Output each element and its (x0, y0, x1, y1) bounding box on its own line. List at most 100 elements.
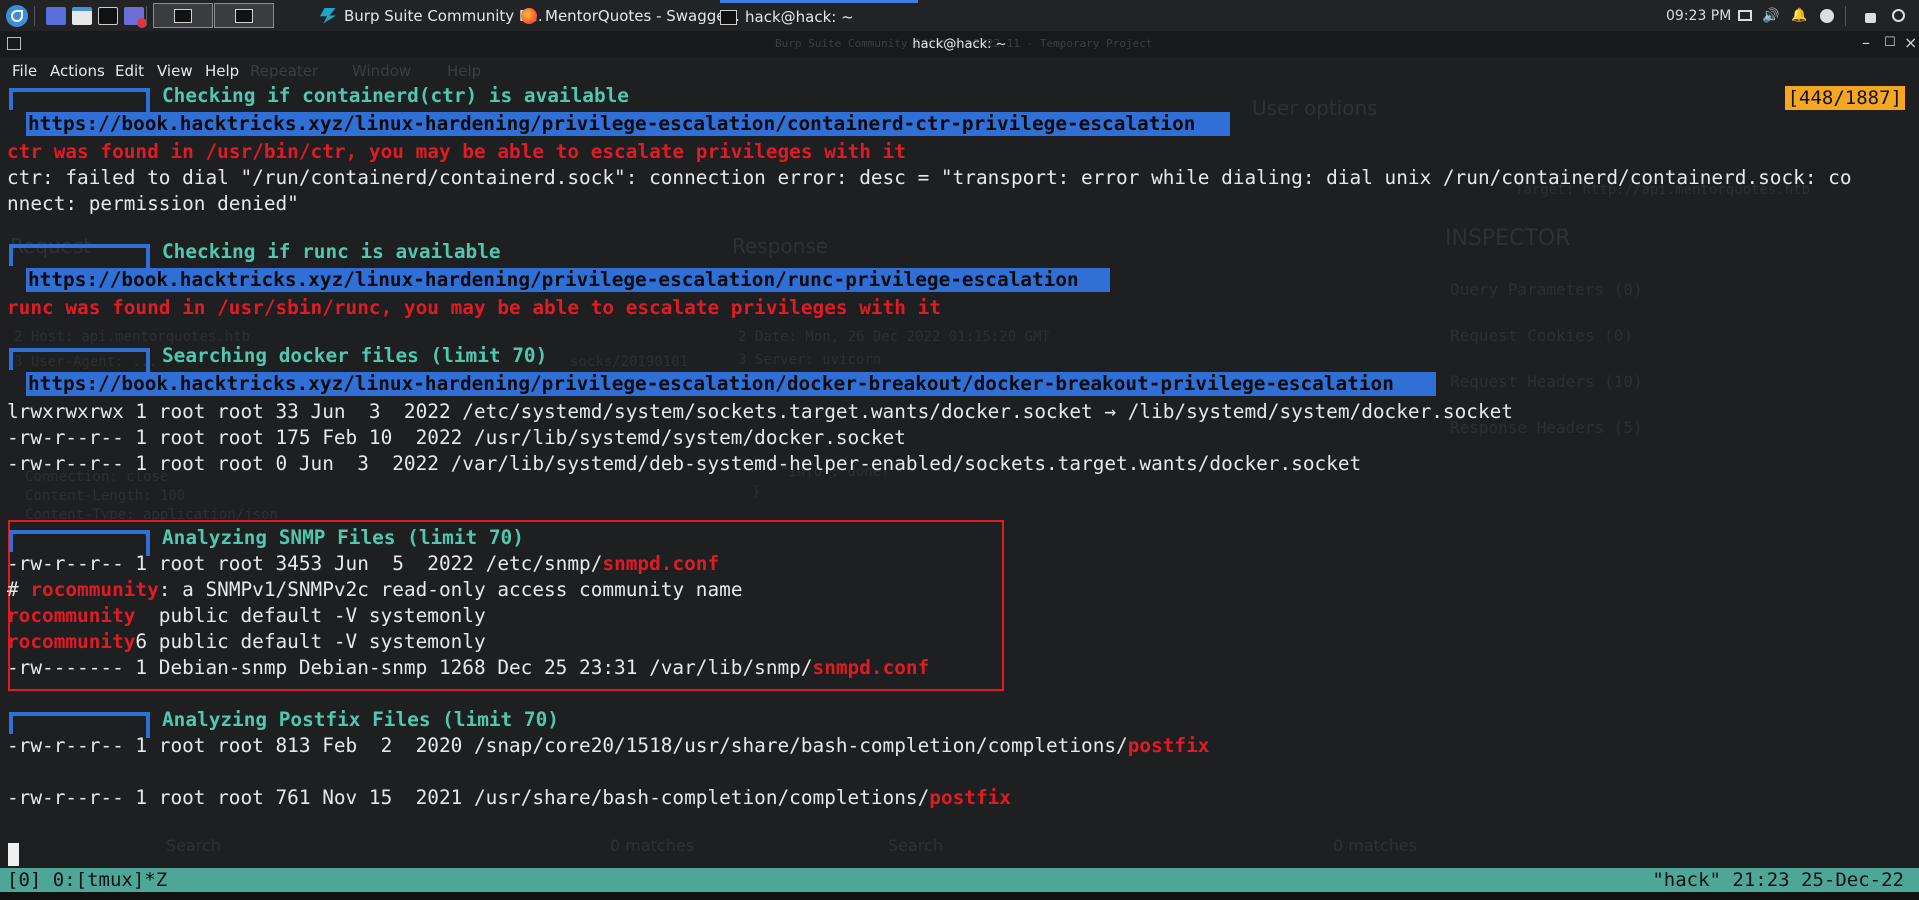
match-highlight: postfix (929, 786, 1011, 809)
hacktricks-link[interactable]: https://book.hacktricks.xyz/linux-harden… (26, 112, 1230, 136)
browser-launcher[interactable] (124, 0, 147, 31)
terminal-pane[interactable]: User options Target: http://api.mentorqu… (0, 84, 1919, 868)
volume-icon[interactable]: 🔊 (1762, 0, 1779, 31)
section-header: Analyzing SNMP Files (limit 70) (162, 526, 524, 549)
match-highlight: rocommunity (7, 630, 136, 653)
section-bracket (9, 244, 150, 270)
section-bracket (9, 88, 150, 114)
section-header: Checking if containerd(ctr) is available (162, 84, 629, 107)
menu-actions[interactable]: Actions (50, 62, 105, 80)
match-highlight: rocommunity (7, 604, 136, 627)
output-line: nnect: permission denied" (7, 192, 299, 215)
match-highlight: rocommunity (30, 578, 159, 601)
ghost-sock: socks/20190101 (570, 354, 689, 370)
task-label: Burp Suite Community E... (344, 6, 543, 25)
match-highlight: snmpd.conf (812, 656, 930, 679)
ghost-resp-date: 2 Date: Mon, 26 Dec 2022 01:15:20 GMT (738, 329, 1050, 345)
close-button[interactable]: × (1904, 33, 1917, 52)
output-line: rocommunity public default -V systemonly (7, 603, 486, 629)
output-text: -rw------- 1 Debian-snmp Debian-snmp 126… (7, 656, 813, 679)
task-terminal[interactable]: hack@hack: ~ (720, 0, 918, 31)
terminal-icon (98, 6, 118, 25)
output-line: -rw-r--r-- 1 root root 0 Jun 3 2022 /var… (7, 452, 1362, 475)
section-header: Checking if runc is available (162, 240, 501, 263)
desktop-icon (46, 6, 66, 25)
menu-file[interactable]: File (12, 62, 37, 80)
ghost-request-headers: Request Headers (10) (1450, 372, 1643, 391)
folder-icon (72, 6, 92, 25)
task-label: MentorQuotes - Swagge... (545, 6, 740, 25)
tmux-status-right: "hack" 21:23 25-Dec-22 (1652, 869, 1904, 891)
section-header: Searching docker files (limit 70) (162, 344, 548, 367)
section-header: Analyzing Postfix Files (limit 70) (162, 708, 559, 731)
output-line: rocommunity6 public default -V systemonl… (7, 629, 486, 655)
terminal-icon (720, 9, 737, 25)
output-text: public default -V systemonly (135, 604, 486, 627)
network-icon[interactable] (1820, 0, 1834, 31)
bottom-strip (0, 892, 1919, 900)
finding-line: runc was found in /usr/sbin/runc, you ma… (7, 296, 941, 319)
section-bracket (9, 530, 150, 556)
hacktricks-link[interactable]: https://book.hacktricks.xyz/linux-harden… (26, 372, 1436, 396)
menu-help[interactable]: Help (205, 62, 239, 80)
top-panel: Burp Suite Community E... MentorQuotes -… (0, 0, 1919, 31)
output-line: -rw-r--r-- 1 root root 761 Nov 15 2021 /… (7, 785, 1011, 811)
match-highlight: snmpd.conf (602, 552, 720, 575)
workspace-2[interactable] (214, 3, 274, 28)
section-bracket (9, 348, 150, 374)
ghost-query-params: Query Parameters (0) (1450, 280, 1643, 299)
tmux-window-list[interactable]: [0] 0:[tmux]*Z (7, 868, 167, 892)
output-line: lrwxrwxrwx 1 root root 33 Jun 3 2022 /et… (7, 400, 1513, 423)
line-counter-badge: [448/1887] (1784, 86, 1905, 110)
output-line: -rw-r--r-- 1 root root 175 Feb 10 2022 /… (7, 426, 906, 449)
ghost-menu-repeater: Repeater (250, 62, 319, 80)
window-titlebar: Burp Suite Community Edition v2022.11 - … (0, 31, 1919, 57)
match-highlight: postfix (1127, 734, 1210, 757)
ghost-matches: 0 matches (1333, 836, 1418, 855)
menu-edit[interactable]: Edit (115, 62, 144, 80)
menu-bar: File Actions Edit View Help Repeater Win… (0, 57, 1919, 84)
ghost-matches: 0 matches (610, 836, 695, 855)
ghost-search: Search (888, 836, 943, 855)
ghost-search: Search (166, 836, 221, 855)
tmux-status-bar: [0] 0:[tmux]*Z "hack" 21:23 25-Dec-22 (0, 868, 1919, 892)
ghost-brace: } (752, 484, 761, 500)
show-desktop-launcher[interactable] (46, 0, 66, 31)
ghost-resp-server: 3 Server: uvicorn (738, 352, 882, 368)
output-text: # (7, 578, 31, 601)
maximize-button[interactable]: ☐ (1884, 35, 1896, 50)
clock[interactable]: 09:23 PM (1666, 0, 1731, 31)
task-firefox[interactable]: MentorQuotes - Swagge... (521, 0, 740, 31)
notifications-icon[interactable]: 🔔 (1791, 0, 1807, 31)
kali-dragon-icon (6, 4, 28, 27)
file-manager-launcher[interactable] (72, 0, 92, 31)
display-icon[interactable] (1738, 0, 1752, 31)
power-icon[interactable] (1892, 0, 1905, 31)
task-label: hack@hack: ~ (745, 8, 854, 26)
menu-view[interactable]: View (157, 62, 193, 80)
output-text: -rw-r--r-- 1 root root 761 Nov 15 2021 /… (7, 786, 930, 809)
workspace-1[interactable] (153, 3, 213, 28)
lock-screen-icon[interactable] (1865, 0, 1876, 31)
browser-icon (124, 6, 147, 28)
ghost-content-length: Content-Length: 100 (25, 488, 186, 504)
output-line: -rw------- 1 Debian-snmp Debian-snmp 126… (7, 655, 929, 681)
window-title: hack@hack: ~ (912, 37, 1007, 52)
section-bracket (9, 712, 150, 738)
ghost-response: Response (732, 234, 829, 258)
minimize-button[interactable]: – (1862, 33, 1870, 52)
hacktricks-link[interactable]: https://book.hacktricks.xyz/linux-harden… (26, 268, 1110, 292)
workspace-screen-icon (235, 8, 253, 23)
ghost-menu-help: Help (447, 62, 482, 80)
ghost-request-cookies: Request Cookies (0) (1450, 326, 1634, 345)
output-line: # rocommunity: a SNMPv1/SNMPv2c read-onl… (7, 577, 743, 603)
kali-menu-button[interactable] (6, 0, 28, 31)
output-text: 6 public default -V systemonly (135, 630, 486, 653)
clock-text: 09:23 PM (1666, 7, 1732, 24)
terminal-launcher[interactable] (98, 0, 118, 31)
ghost-user-options: User options (1252, 96, 1378, 120)
output-text: -rw-r--r-- 1 root root 813 Feb 2 2020 /s… (7, 734, 1128, 757)
output-line: ctr: failed to dial "/run/containerd/con… (7, 166, 1852, 189)
output-text: -rw-r--r-- 1 root root 3453 Jun 5 2022 /… (7, 552, 603, 575)
task-burp-suite[interactable]: Burp Suite Community E... (320, 0, 543, 31)
